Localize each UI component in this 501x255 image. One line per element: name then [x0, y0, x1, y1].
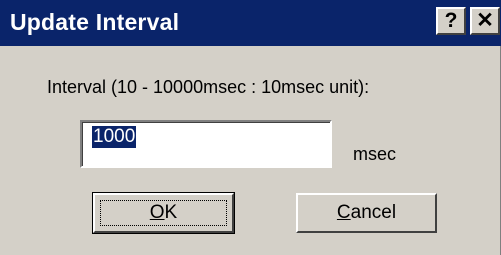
cancel-button[interactable]: Cancel — [296, 193, 437, 233]
close-button[interactable]: ✕ — [470, 7, 500, 35]
help-button[interactable]: ? — [436, 7, 466, 35]
cancel-mnemonic: C — [336, 202, 351, 223]
window-title: Update Interval — [10, 9, 180, 35]
update-interval-dialog: Update Interval ? ✕ Interval (10 - 10000… — [0, 0, 501, 255]
title-bar[interactable]: Update Interval ? ✕ — [0, 0, 501, 46]
interval-value: 1000 — [92, 126, 137, 148]
unit-label: msec — [353, 144, 397, 164]
interval-label: Interval (10 - 10000msec : 10msec unit): — [47, 77, 370, 97]
ok-button[interactable]: OK — [92, 192, 235, 234]
close-icon: ✕ — [476, 9, 494, 32]
interval-input[interactable]: 1000 — [80, 120, 332, 168]
focus-rectangle — [100, 200, 227, 226]
help-icon: ? — [444, 9, 458, 32]
cancel-label-rest: ancel — [350, 202, 397, 223]
